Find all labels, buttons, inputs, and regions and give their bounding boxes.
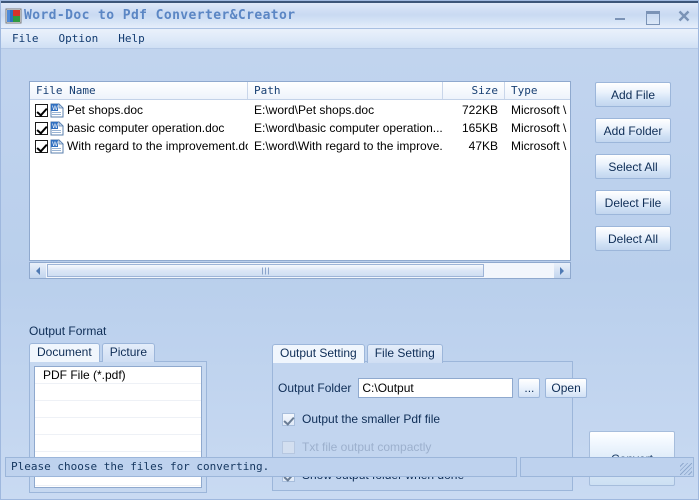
status-message: Please choose the files for converting. — [5, 457, 517, 477]
file-list-horizontal-scrollbar[interactable] — [29, 262, 571, 279]
word-document-icon: W — [50, 120, 64, 136]
file-actions-panel: Add File Add Folder Select All Delect Fi… — [595, 82, 671, 251]
scrollbar-grip-icon — [261, 267, 270, 274]
table-row[interactable]: W With regard to the improvement.doc E:\… — [30, 137, 570, 155]
status-secondary-panel — [520, 457, 694, 477]
column-header-file-name[interactable]: File Name — [30, 82, 248, 99]
file-list-rows: W Pet shops.doc E:\word\Pet shops.doc 72… — [30, 100, 570, 260]
file-path-cell: E:\word\basic computer operation.... — [254, 120, 443, 135]
file-size-cell: 165KB — [461, 120, 498, 135]
scrollbar-thumb[interactable] — [47, 264, 484, 277]
add-folder-button[interactable]: Add Folder — [595, 118, 671, 143]
maximize-button[interactable] — [644, 8, 660, 25]
minimize-button[interactable] — [612, 8, 628, 24]
checkbox-indicator — [282, 440, 295, 454]
file-name-text: basic computer operation.doc — [67, 120, 225, 135]
file-path-cell: E:\word\Pet shops.doc — [254, 102, 375, 117]
list-item[interactable] — [35, 401, 201, 418]
checkbox-label: Output the smaller Pdf file — [302, 412, 441, 426]
output-format-tabs: Document Picture — [29, 343, 156, 362]
status-bar: Please choose the files for converting. — [5, 457, 694, 477]
tab-picture[interactable]: Picture — [101, 343, 156, 362]
file-type-cell: Microsoft \ — [511, 120, 567, 135]
checkbox-output-smaller-pdf[interactable]: Output the smaller Pdf file — [282, 412, 440, 426]
output-format-group-label: Output Format — [29, 324, 107, 338]
open-folder-button[interactable]: Open — [545, 378, 587, 398]
row-checkbox[interactable] — [35, 139, 48, 153]
scroll-right-arrow-icon[interactable] — [554, 263, 570, 278]
file-path-cell: E:\word\With regard to the improve... — [254, 138, 443, 153]
app-icon — [5, 8, 22, 24]
delete-file-button[interactable]: Delect File — [595, 190, 671, 215]
menu-item-file[interactable]: File — [9, 32, 42, 45]
checkbox-label: Txt file output compactly — [302, 440, 432, 454]
window-title: Word-Doc to Pdf Converter&Creator — [24, 8, 296, 23]
menu-item-help[interactable]: Help — [115, 32, 148, 45]
output-folder-row: Output Folder ... Open — [278, 378, 587, 398]
file-name-cell: W With regard to the improvement.doc — [30, 138, 248, 155]
word-document-icon: W — [50, 138, 64, 154]
add-file-button[interactable]: Add File — [595, 82, 671, 107]
file-size-cell: 47KB — [468, 138, 498, 153]
list-item[interactable] — [35, 435, 201, 452]
main-content-area: File Name Path Size Type W Pet shops.doc… — [1, 49, 698, 499]
output-folder-input[interactable] — [358, 378, 514, 398]
list-item[interactable]: PDF File (*.pdf) — [35, 367, 201, 384]
output-folder-label: Output Folder — [278, 381, 352, 395]
column-header-path[interactable]: Path — [248, 82, 443, 99]
row-checkbox[interactable] — [35, 103, 48, 117]
scrollbar-track[interactable] — [46, 263, 554, 278]
file-name-cell: W Pet shops.doc — [30, 102, 248, 119]
column-header-type[interactable]: Type — [505, 82, 570, 99]
file-list[interactable]: File Name Path Size Type W Pet shops.doc… — [29, 81, 571, 261]
file-type-cell: Microsoft \ — [511, 102, 567, 117]
tab-document[interactable]: Document — [29, 343, 100, 362]
browse-folder-button[interactable]: ... — [518, 378, 541, 398]
menu-bar: File Option Help — [1, 29, 698, 49]
svg-text:W: W — [52, 105, 58, 112]
application-window: Word-Doc to Pdf Converter&Creator File O… — [0, 0, 699, 500]
row-checkbox[interactable] — [35, 121, 48, 135]
checkbox-indicator[interactable] — [282, 412, 295, 426]
table-row[interactable]: W basic computer operation.doc E:\word\b… — [30, 119, 570, 137]
checkbox-txt-compact: Txt file output compactly — [282, 440, 431, 454]
list-item[interactable] — [35, 418, 201, 435]
close-button[interactable] — [676, 8, 692, 24]
select-all-button[interactable]: Select All — [595, 154, 671, 179]
window-controls — [612, 3, 692, 28]
menu-item-option[interactable]: Option — [56, 32, 102, 45]
svg-text:W: W — [52, 141, 58, 148]
output-setting-tabs: Output Setting File Setting — [272, 344, 443, 363]
resize-grip-icon[interactable] — [680, 463, 692, 475]
file-list-header: File Name Path Size Type — [30, 82, 570, 100]
file-name-text: Pet shops.doc — [67, 102, 144, 117]
file-size-cell: 722KB — [461, 102, 498, 117]
tab-output-setting[interactable]: Output Setting — [272, 344, 365, 363]
column-header-size[interactable]: Size — [443, 82, 505, 99]
list-item[interactable] — [35, 384, 201, 401]
file-type-cell: Microsoft \ — [511, 138, 567, 153]
svg-text:W: W — [52, 123, 58, 130]
delete-all-button[interactable]: Delect All — [595, 226, 671, 251]
file-name-cell: W basic computer operation.doc — [30, 120, 248, 137]
tab-file-setting[interactable]: File Setting — [366, 344, 443, 363]
title-bar: Word-Doc to Pdf Converter&Creator — [1, 1, 698, 29]
table-row[interactable]: W Pet shops.doc E:\word\Pet shops.doc 72… — [30, 101, 570, 119]
word-document-icon: W — [50, 102, 64, 118]
scroll-left-arrow-icon[interactable] — [30, 263, 46, 278]
file-name-text: With regard to the improvement.doc — [67, 138, 248, 153]
